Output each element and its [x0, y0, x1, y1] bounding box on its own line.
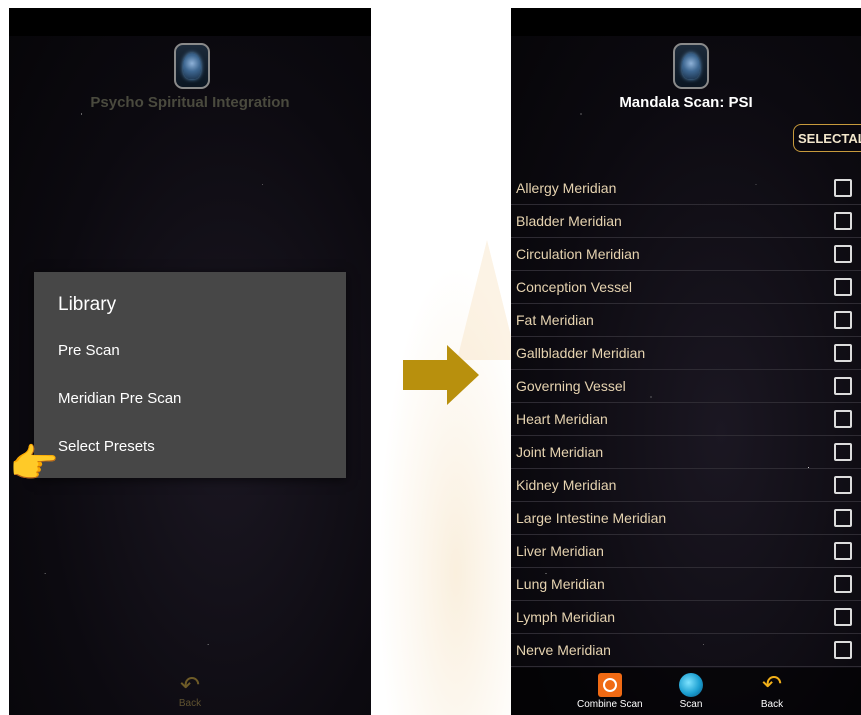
menu-item-select-presets[interactable]: Select Presets [58, 438, 155, 455]
list-item[interactable]: Kidney Meridian [511, 469, 861, 502]
scan-icon [679, 673, 703, 697]
list-item[interactable]: Gallbladder Meridian [511, 337, 861, 370]
list-item[interactable]: Lymph Meridian [511, 601, 861, 634]
list-item-label: Circulation Meridian [516, 246, 640, 262]
right-arrow-icon [403, 345, 479, 405]
scan-button[interactable]: Scan [679, 673, 703, 710]
list-item-label: Conception Vessel [516, 279, 632, 295]
list-item[interactable]: Heart Meridian [511, 403, 861, 436]
list-item[interactable]: Circulation Meridian [511, 238, 861, 271]
combine-scan-icon [597, 673, 622, 697]
list-item[interactable]: Allergy Meridian [511, 172, 861, 205]
combine-scan-button[interactable]: Combine Scan [577, 673, 643, 710]
combine-scan-label: Combine Scan [577, 699, 643, 710]
list-item[interactable]: Governing Vessel [511, 370, 861, 403]
checkbox[interactable] [834, 212, 852, 230]
list-item-label: Lymph Meridian [516, 609, 616, 625]
list-item-label: Fat Meridian [516, 312, 594, 328]
status-bar [9, 8, 371, 36]
list-item-label: Bladder Meridian [516, 213, 622, 229]
scan-label: Scan [679, 699, 703, 710]
list-item-label: Kidney Meridian [516, 477, 617, 493]
list-item-label: Gallbladder Meridian [516, 345, 646, 361]
list-item-label: Lung Meridian [516, 576, 605, 592]
checkbox[interactable] [834, 509, 852, 527]
back-button[interactable]: ↶ Back [760, 671, 784, 711]
list-item-label: Nerve Meridian [516, 642, 611, 658]
back-arrow-icon: ↶ [761, 671, 783, 698]
menu-item-meridian-pre-scan[interactable]: Meridian Pre Scan [58, 390, 181, 407]
list-item[interactable]: Joint Meridian [511, 436, 861, 469]
checkbox[interactable] [834, 476, 852, 494]
page-title: Psycho Spiritual Integration [90, 94, 290, 111]
list-item-label: Liver Meridian [516, 543, 604, 559]
list-item[interactable]: Nerve Meridian [511, 634, 861, 667]
back-label: Back [760, 699, 784, 710]
checkbox[interactable] [834, 278, 852, 296]
list-item[interactable]: Large Intestine Meridian [511, 502, 861, 535]
flame-watermark-icon [457, 240, 517, 360]
checkbox[interactable] [834, 179, 852, 197]
list-item-label: Large Intestine Meridian [516, 510, 667, 526]
dialog-title: Library [58, 294, 117, 315]
list-item-label: Allergy Meridian [516, 180, 617, 196]
meridian-list: Allergy Meridian Bladder Meridian Circul… [511, 172, 861, 667]
page-title: Mandala Scan: PSI [619, 94, 753, 111]
list-item-label: Heart Meridian [516, 411, 608, 427]
bottom-action-bar: Combine Scan Scan ↶ Back [511, 668, 861, 715]
checkbox[interactable] [834, 377, 852, 395]
list-item-label: Joint Meridian [516, 444, 604, 460]
list-item[interactable]: Liver Meridian [511, 535, 861, 568]
left-phone-screen: Psycho Spiritual Integration Library Pre… [9, 8, 371, 715]
checkbox[interactable] [834, 410, 852, 428]
back-button[interactable]: ↶ Back [170, 672, 210, 710]
list-item[interactable]: Conception Vessel [511, 271, 861, 304]
list-item[interactable]: Lung Meridian [511, 568, 861, 601]
pointing-hand-icon: 👉 [9, 442, 59, 486]
back-arrow-icon: ↶ [179, 672, 201, 699]
menu-item-pre-scan[interactable]: Pre Scan [58, 342, 120, 359]
status-bar [511, 8, 861, 36]
app-logo-icon [673, 43, 709, 89]
checkbox[interactable] [834, 641, 852, 659]
background-watermark [372, 240, 517, 715]
list-item[interactable]: Bladder Meridian [511, 205, 861, 238]
checkbox[interactable] [834, 245, 852, 263]
checkbox[interactable] [834, 542, 852, 560]
list-item[interactable]: Fat Meridian [511, 304, 861, 337]
select-all-button[interactable]: SELECTALL [793, 124, 861, 152]
library-dialog: Library Pre Scan Meridian Pre Scan Selec… [34, 272, 346, 478]
checkbox[interactable] [834, 608, 852, 626]
checkbox[interactable] [834, 311, 852, 329]
checkbox[interactable] [834, 443, 852, 461]
checkbox[interactable] [834, 344, 852, 362]
app-logo-icon [174, 43, 210, 89]
back-label: Back [178, 698, 202, 709]
list-item-label: Governing Vessel [516, 378, 626, 394]
right-phone-screen: Mandala Scan: PSI SELECTALL Allergy Meri… [511, 8, 861, 715]
checkbox[interactable] [834, 575, 852, 593]
